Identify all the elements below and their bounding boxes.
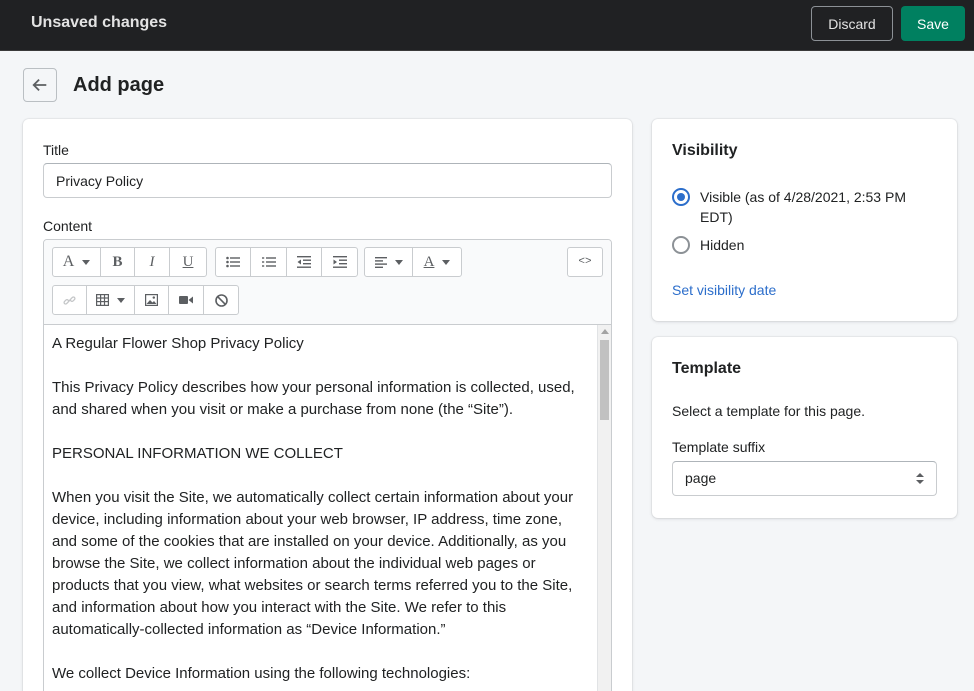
visible-radio[interactable] (672, 188, 690, 206)
template-card: Template Select a template for this page… (652, 337, 957, 518)
visibility-title: Visibility (672, 142, 738, 159)
editor-paragraph: This Privacy Policy describes how your p… (52, 379, 575, 418)
insert-image-button[interactable] (135, 286, 169, 314)
discard-button[interactable]: Discard (811, 6, 893, 41)
video-icon (179, 296, 193, 304)
clear-format-button[interactable] (204, 286, 238, 314)
font-style-dropdown[interactable]: A (53, 248, 101, 276)
chevron-down-icon (442, 259, 451, 265)
list-indent-group (215, 247, 358, 277)
save-button[interactable]: Save (901, 6, 965, 41)
content-label: Content (43, 218, 93, 234)
clear-format-icon (214, 293, 228, 307)
align-dropdown[interactable] (365, 248, 413, 276)
bold-button[interactable]: B (101, 248, 135, 276)
visibility-card: Visibility Visible (as of 4/28/2021, 2:5… (652, 119, 957, 321)
set-visibility-date-link[interactable]: Set visibility date (672, 281, 776, 299)
scroll-up-arrow-icon[interactable] (601, 329, 609, 334)
numbered-list-icon (261, 257, 276, 267)
bullet-list-icon (226, 256, 240, 268)
template-description: Select a template for this page. (672, 403, 865, 419)
text-color-dropdown[interactable]: A (413, 248, 461, 276)
indent-button[interactable] (322, 248, 357, 276)
italic-button[interactable]: I (135, 248, 170, 276)
hidden-label: Hidden (700, 237, 745, 253)
editor-paragraph: We collect Device Information using the … (52, 665, 471, 682)
chevron-down-icon (117, 297, 125, 303)
bold-icon: B (112, 253, 123, 270)
insert-video-button[interactable] (169, 286, 204, 314)
image-icon (145, 294, 158, 306)
select-arrows-icon (916, 473, 924, 485)
editor-toolbar: A B I U A <> (44, 240, 611, 325)
title-input[interactable] (43, 163, 612, 198)
editor-paragraph: PERSONAL INFORMATION WE COLLECT (52, 445, 343, 462)
html-view-button[interactable]: <> (568, 248, 602, 276)
page-title: Add page (73, 74, 165, 96)
editor-content[interactable]: A Regular Flower Shop Privacy Policy Thi… (44, 325, 597, 691)
numbered-list-button[interactable] (251, 248, 287, 276)
visible-label: Visible (as of 4/28/2021, 2:53 PM EDT) (700, 189, 906, 225)
text-color-icon: A (423, 253, 435, 270)
hidden-option[interactable]: Hidden (672, 235, 930, 255)
link-button[interactable] (53, 286, 87, 314)
template-suffix-select[interactable]: page (672, 461, 937, 496)
template-suffix-value: page (685, 470, 717, 486)
indent-icon (332, 256, 347, 268)
link-icon (63, 295, 76, 305)
rich-text-editor: A B I U A <> A Regular Flower Shop Priva… (43, 239, 612, 691)
chevron-down-icon (82, 259, 91, 265)
html-code-icon: <> (578, 256, 592, 268)
hidden-radio[interactable] (672, 236, 690, 254)
table-icon (96, 294, 109, 306)
text-format-group: A B I U (52, 247, 207, 277)
underline-button[interactable]: U (170, 248, 206, 276)
template-suffix-label: Template suffix (672, 439, 766, 455)
unsaved-changes-title: Unsaved changes (31, 14, 168, 31)
page-details-card: Title Content A B I U (23, 119, 632, 691)
arrow-left-icon (32, 78, 47, 92)
bullet-list-button[interactable] (216, 248, 251, 276)
chevron-down-icon (394, 259, 403, 265)
table-dropdown[interactable] (87, 286, 135, 314)
underline-icon: U (182, 253, 194, 270)
outdent-button[interactable] (287, 248, 322, 276)
font-icon: A (62, 253, 75, 270)
insert-group (52, 285, 239, 315)
align-left-icon (374, 256, 387, 268)
italic-icon: I (149, 253, 155, 270)
scrollbar-thumb[interactable] (600, 340, 609, 420)
align-color-group: A (364, 247, 462, 277)
editor-scrollbar[interactable] (597, 325, 611, 691)
title-label: Title (43, 142, 69, 158)
template-title: Template (672, 360, 742, 377)
editor-paragraph: When you visit the Site, we automaticall… (52, 489, 574, 638)
outdent-icon (297, 256, 311, 268)
back-button[interactable] (23, 68, 57, 102)
editor-paragraph: A Regular Flower Shop Privacy Policy (52, 335, 304, 352)
code-view-group: <> (567, 247, 603, 277)
visible-option[interactable]: Visible (as of 4/28/2021, 2:53 PM EDT) (672, 187, 930, 227)
contextual-save-bar: Unsaved changes Discard Save (0, 0, 974, 51)
